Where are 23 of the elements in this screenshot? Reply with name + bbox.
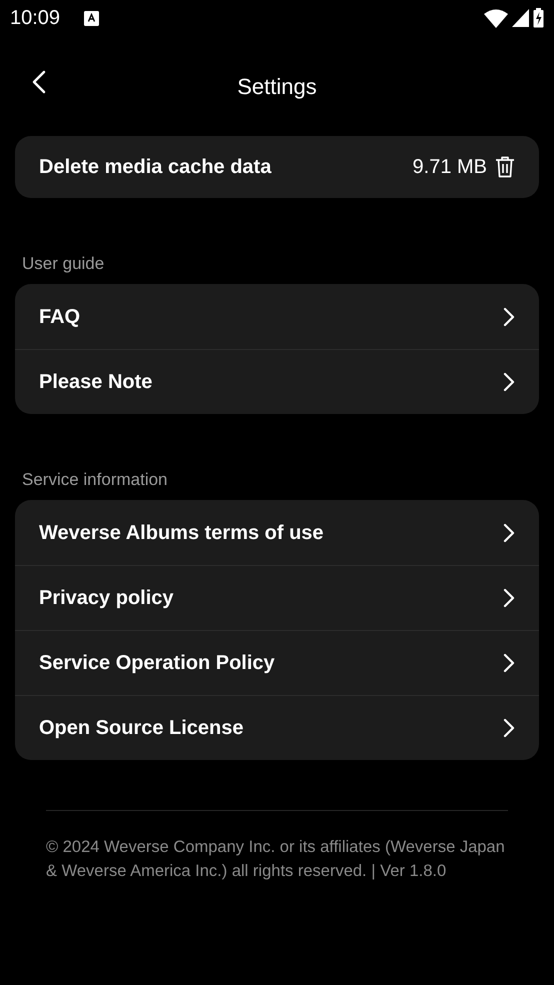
battery-charging-icon bbox=[533, 8, 544, 28]
settings-row[interactable]: Please Note bbox=[15, 349, 539, 414]
section-title: Service information bbox=[21, 468, 169, 490]
clock-time: 10:09 bbox=[10, 6, 60, 31]
trash-icon bbox=[495, 156, 515, 178]
chevron-right-icon bbox=[503, 718, 515, 738]
page-title: Settings bbox=[237, 72, 317, 101]
settings-row[interactable]: Weverse Albums terms of use bbox=[15, 500, 539, 565]
settings-row[interactable]: FAQ bbox=[15, 284, 539, 349]
settings-row[interactable]: Service Operation Policy bbox=[15, 630, 539, 695]
wifi-icon bbox=[484, 8, 508, 28]
chevron-right-icon bbox=[503, 306, 515, 326]
section-title: User guide bbox=[21, 252, 106, 274]
settings-row[interactable]: Open Source License bbox=[15, 695, 539, 760]
cache-row[interactable]: Delete media cache data 9.71 MB bbox=[15, 136, 539, 198]
chevron-right-icon bbox=[503, 522, 515, 542]
keyboard-a-icon bbox=[84, 10, 100, 26]
settings-row[interactable]: Privacy policy bbox=[15, 565, 539, 630]
chevron-right-icon bbox=[503, 588, 515, 608]
chevron-right-icon bbox=[503, 653, 515, 673]
chevron-right-icon bbox=[503, 372, 515, 392]
signal-icon bbox=[512, 9, 529, 27]
copyright-text: © 2024 Weverse Company Inc. or its affiliates (Weverse Japan & Weverse America Inc.) all rights reserved. | Ver 1.8.0 bbox=[45, 837, 506, 882]
